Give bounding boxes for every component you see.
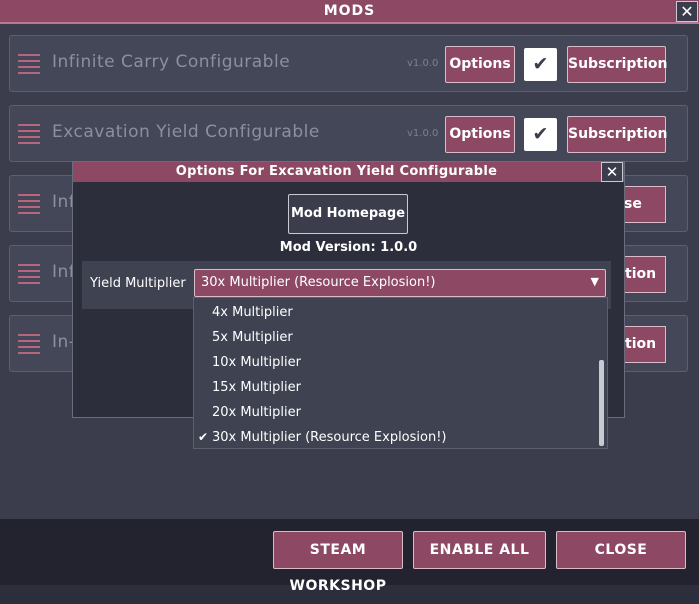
dropdown-option[interactable]: 5x Multiplier (194, 325, 594, 350)
enabled-checkbox[interactable]: ✔ (524, 48, 557, 81)
mod-name: Excavation Yield Configurable (52, 122, 320, 142)
drag-handle-icon[interactable] (18, 334, 40, 354)
option-label: 30x Multiplier (Resource Explosion!) (212, 430, 447, 445)
drag-handle-icon[interactable] (18, 264, 40, 284)
option-label: 4x Multiplier (212, 305, 293, 320)
mod-version: v1.0.0 (407, 128, 439, 139)
dialog-title: Options For Excavation Yield Configurabl… (175, 164, 498, 179)
chevron-down-icon: ▼ (590, 275, 599, 288)
yield-multiplier-dropdown[interactable]: 30x Multiplier (Resource Explosion!) ▼ (194, 269, 606, 297)
option-label: 20x Multiplier (212, 405, 301, 420)
drag-handle-icon[interactable] (18, 124, 40, 144)
subscription-button[interactable]: Subscription (567, 46, 668, 83)
dropdown-option[interactable]: 10x Multiplier (194, 350, 594, 375)
mod-row: Excavation Yield Configurable v1.0.0 Opt… (9, 105, 688, 162)
window-titlebar: MODS ✕ (0, 0, 699, 24)
dialog-titlebar: Options For Excavation Yield Configurabl… (73, 162, 624, 182)
option-label: 5x Multiplier (212, 330, 293, 345)
subscription-button[interactable]: Subscription (567, 116, 668, 153)
mod-version: v1.0.0 (407, 58, 439, 69)
mod-version-label: Mod Version: 1.0.0 (279, 240, 418, 255)
dropdown-selected-value: 30x Multiplier (Resource Explosion!) (201, 275, 436, 290)
dialog-close-icon[interactable]: ✕ (601, 162, 623, 182)
close-button[interactable]: CLOSE (556, 531, 686, 569)
mod-row: Infinite Carry Configurable v1.0.0 Optio… (9, 35, 688, 92)
dropdown-option[interactable]: 20x Multiplier (194, 400, 594, 425)
checkmark-icon: ✔ (198, 430, 209, 444)
mod-name: Infinite Carry Configurable (52, 52, 291, 72)
drag-handle-icon[interactable] (18, 54, 40, 74)
enable-all-button[interactable]: ENABLE ALL (413, 531, 546, 569)
window-close-icon[interactable]: ✕ (676, 1, 698, 22)
option-label: 10x Multiplier (212, 355, 301, 370)
dropdown-option[interactable]: 15x Multiplier (194, 375, 594, 400)
options-button[interactable]: Options (445, 46, 515, 83)
dropdown-option[interactable]: 4x Multiplier (194, 300, 594, 325)
drag-handle-icon[interactable] (18, 194, 40, 214)
footer-bar: STEAM WORKSHOP ENABLE ALL CLOSE (0, 519, 699, 594)
mod-homepage-button[interactable]: Mod Homepage (288, 194, 408, 234)
dropdown-options-list: 4x Multiplier 5x Multiplier 10x Multipli… (193, 297, 608, 449)
enabled-checkbox[interactable]: ✔ (524, 118, 557, 151)
scrollbar-thumb[interactable] (599, 360, 604, 446)
yield-multiplier-label: Yield Multiplier (90, 276, 186, 291)
window-title: MODS (323, 3, 376, 19)
dropdown-option-selected[interactable]: ✔ 30x Multiplier (Resource Explosion!) (194, 425, 594, 450)
option-label: 15x Multiplier (212, 380, 301, 395)
steam-workshop-button[interactable]: STEAM WORKSHOP (273, 531, 403, 594)
options-button[interactable]: Options (445, 116, 515, 153)
